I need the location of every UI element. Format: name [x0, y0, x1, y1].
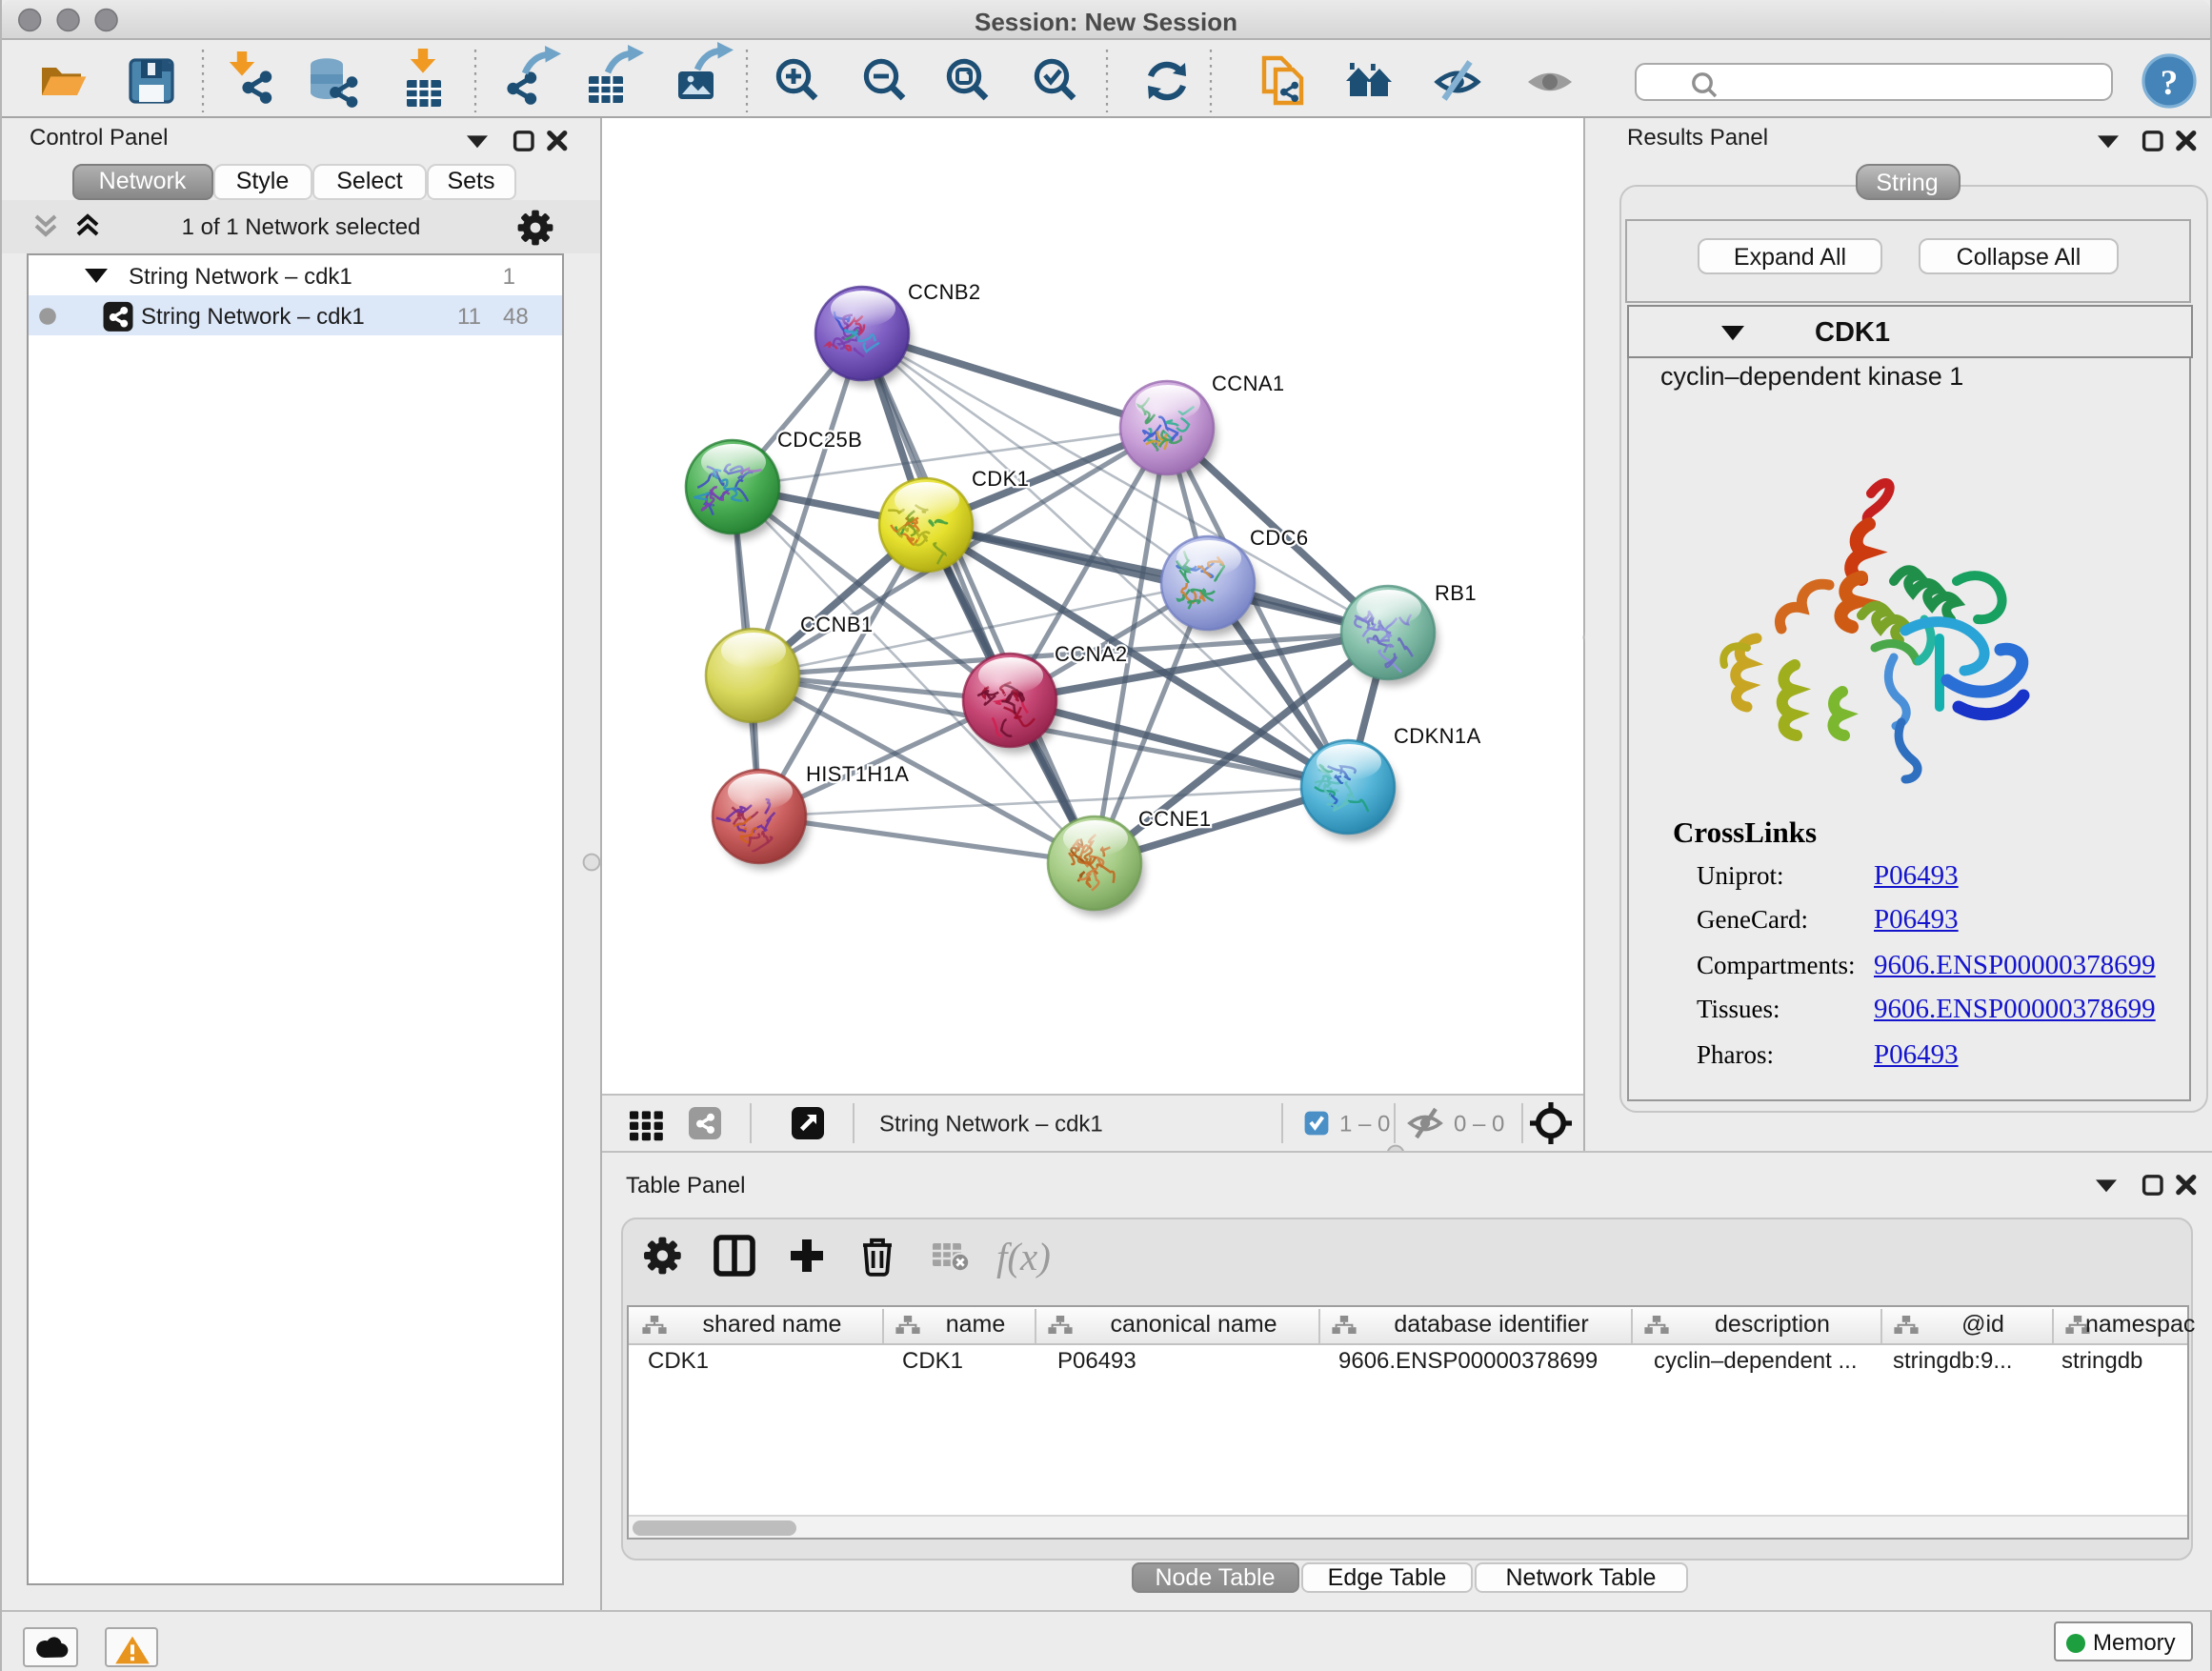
svg-text:HIST1H1A: HIST1H1A: [805, 762, 908, 786]
svg-text:CCNB2: CCNB2: [907, 280, 980, 304]
svg-text:CDKN1A: CDKN1A: [1393, 724, 1480, 748]
svg-text:String Network – cdk1: String Network – cdk1: [878, 1112, 1102, 1137]
svg-text:CDC6: CDC6: [1249, 526, 1308, 550]
svg-text:?: ?: [2161, 63, 2179, 102]
svg-text:CCNA2: CCNA2: [1054, 642, 1127, 666]
svg-text:1 – 0: 1 – 0: [1338, 1112, 1389, 1137]
svg-text:CDK1: CDK1: [971, 467, 1028, 491]
svg-text:f(x): f(x): [996, 1234, 1051, 1278]
svg-text:CCNA1: CCNA1: [1211, 372, 1284, 395]
svg-text:0 – 0: 0 – 0: [1453, 1112, 1503, 1137]
svg-text:CCNB1: CCNB1: [799, 613, 873, 636]
svg-text:RB1: RB1: [1434, 581, 1476, 605]
svg-text:CDC25B: CDC25B: [776, 428, 861, 452]
svg-text:CCNE1: CCNE1: [1137, 807, 1211, 831]
